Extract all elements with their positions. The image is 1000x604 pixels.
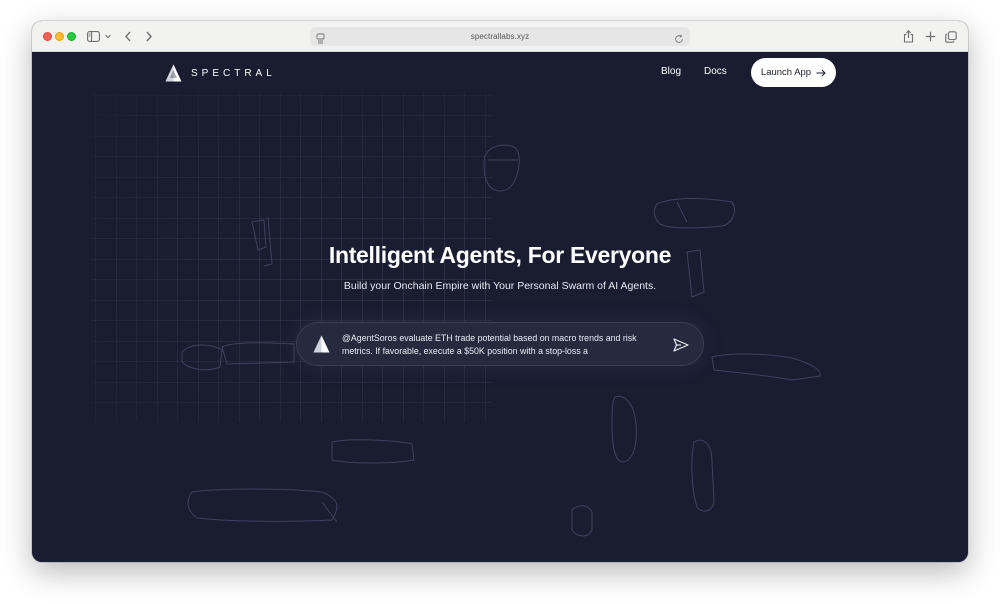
background-art	[92, 92, 821, 537]
browser-toolbar: spectrallabs.xyz	[32, 21, 968, 52]
address-bar[interactable]: spectrallabs.xyz	[310, 27, 690, 46]
minimize-window-button[interactable]	[55, 32, 64, 41]
launch-app-label: Launch App	[760, 67, 812, 78]
send-icon	[673, 338, 689, 352]
browser-window: spectrallabs.xyz SPECTRAL Blog Docs Laun…	[32, 21, 968, 562]
page-icon[interactable]	[316, 31, 325, 49]
logo-text: SPECTRAL	[191, 67, 276, 79]
prompt-text[interactable]: @AgentSoros evaluate ETH trade potential…	[342, 332, 660, 358]
spectral-logo-icon	[313, 335, 330, 353]
new-tab-icon[interactable]	[925, 29, 936, 44]
spectral-logo-icon	[165, 64, 182, 82]
arrow-right-icon	[816, 69, 826, 76]
forward-icon[interactable]	[145, 29, 153, 44]
reload-icon[interactable]	[674, 31, 684, 49]
nav-link-blog[interactable]: Blog	[661, 66, 681, 77]
close-window-button[interactable]	[43, 32, 52, 41]
back-icon[interactable]	[124, 29, 132, 44]
url-text: spectrallabs.xyz	[470, 32, 530, 41]
agent-prompt-input[interactable]: @AgentSoros evaluate ETH trade potential…	[296, 322, 704, 366]
zoom-window-button[interactable]	[67, 32, 76, 41]
hero-subtitle: Build your Onchain Empire with Your Pers…	[343, 280, 657, 292]
send-button[interactable]	[671, 335, 691, 355]
share-icon[interactable]	[903, 29, 914, 44]
sidebar-icon[interactable]	[87, 29, 100, 44]
tabs-overview-icon[interactable]	[945, 29, 957, 44]
chevron-down-icon[interactable]	[105, 29, 111, 44]
nav-link-docs[interactable]: Docs	[704, 66, 727, 77]
spectral-logo[interactable]: SPECTRAL	[165, 64, 276, 82]
launch-app-button[interactable]: Launch App	[751, 58, 836, 87]
hero-title: Intelligent Agents, For Everyone	[328, 242, 672, 268]
web-page: SPECTRAL Blog Docs Launch App Intelligen…	[32, 52, 968, 562]
